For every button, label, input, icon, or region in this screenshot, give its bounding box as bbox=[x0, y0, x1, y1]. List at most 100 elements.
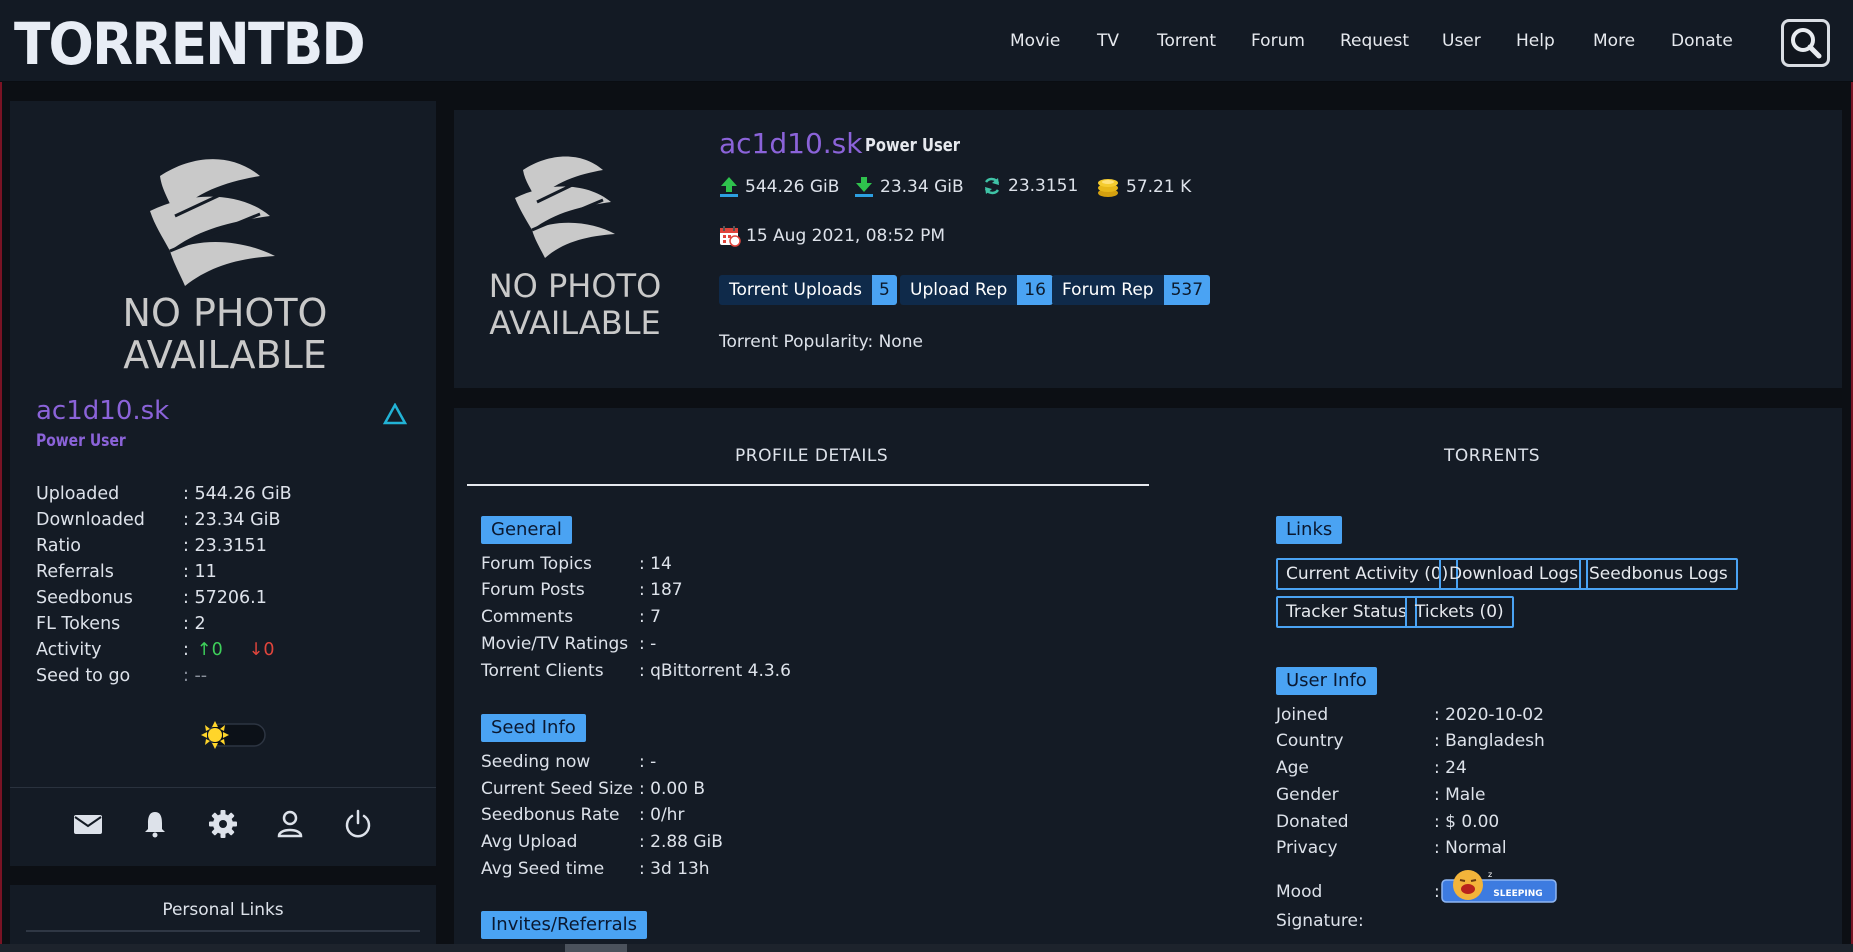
badge-forum-rep[interactable]: Forum Rep 537 bbox=[1052, 275, 1211, 305]
section-general-label: General bbox=[481, 516, 572, 544]
link-tracker-status[interactable]: Tracker Status bbox=[1276, 596, 1417, 628]
triangle-icon[interactable] bbox=[383, 403, 407, 425]
row-key: Current Seed Size bbox=[481, 779, 634, 799]
stat-row: Referrals: 11 bbox=[36, 562, 416, 588]
seed-row: Seeding now: - bbox=[481, 752, 656, 772]
stat-value: : 57206.1 bbox=[183, 588, 267, 608]
site-logo[interactable]: TORRENTBD bbox=[14, 12, 366, 76]
profile-joined-datetime: 15 Aug 2021, 08:52 PM bbox=[719, 225, 945, 247]
stat-row: Uploaded: 544.26 GiB bbox=[36, 484, 416, 510]
no-photo-leaf-icon: NO PHOTO AVAILABLE bbox=[123, 159, 328, 377]
stat-value: : 23.34 GiB bbox=[183, 510, 281, 530]
stat-row-activity: Activity : ↑0 ↓0 bbox=[36, 640, 416, 666]
sidebar-user-class: Power User bbox=[36, 431, 126, 451]
no-photo-text-1: NO PHOTO bbox=[123, 291, 328, 335]
section-links-label: Links bbox=[1276, 516, 1343, 544]
stat-row: Ratio: 23.3151 bbox=[36, 536, 416, 562]
mail-icon[interactable] bbox=[72, 808, 104, 840]
power-icon[interactable] bbox=[342, 808, 374, 840]
badge-value: 16 bbox=[1017, 275, 1053, 305]
link-seedbonus-logs[interactable]: Seedbonus Logs bbox=[1579, 558, 1738, 590]
nav-help[interactable]: Help bbox=[1516, 31, 1555, 51]
horizontal-scrollbar-thumb[interactable] bbox=[565, 944, 627, 952]
activity-up-count[interactable]: ↑0 bbox=[197, 640, 223, 666]
user-icon[interactable] bbox=[274, 808, 306, 840]
badge-value: 537 bbox=[1163, 275, 1211, 305]
ratio-value: 23.3151 bbox=[1008, 176, 1079, 196]
nav-user[interactable]: User bbox=[1442, 31, 1481, 51]
sidebar-divider bbox=[10, 787, 436, 788]
badge-value: 5 bbox=[871, 275, 897, 305]
mood-text: SLEEPING bbox=[1493, 889, 1542, 899]
badge-label: Upload Rep bbox=[900, 275, 1018, 305]
tab-torrents[interactable]: TORRENTS bbox=[1444, 446, 1540, 466]
search-button[interactable] bbox=[1781, 19, 1830, 67]
row-value: : 187 bbox=[639, 580, 683, 600]
stat-value: : 23.3151 bbox=[183, 536, 267, 556]
stat-row: FL Tokens: 2 bbox=[36, 614, 416, 640]
stat-label: Seedbonus bbox=[36, 588, 133, 608]
stat-row: Seedbonus : 57206.1 bbox=[36, 588, 416, 614]
row-key: Seedbonus Rate bbox=[481, 805, 620, 825]
profile-user-class: Power User bbox=[865, 135, 961, 156]
stat-value: : bbox=[183, 640, 189, 660]
link-current-activity[interactable]: Current Activity (0) bbox=[1276, 558, 1459, 590]
theme-toggle[interactable] bbox=[197, 721, 269, 749]
general-row: Comments: 7 bbox=[481, 607, 661, 627]
link-tickets[interactable]: Tickets (0) bbox=[1405, 596, 1514, 628]
signature-label: Signature: bbox=[1276, 911, 1364, 931]
stat-row: Downloaded: 23.34 GiB bbox=[36, 510, 416, 536]
no-photo-text-1: NO PHOTO bbox=[489, 267, 662, 305]
row-key: Mood bbox=[1276, 882, 1323, 902]
personal-links-panel: Personal Links bbox=[10, 885, 436, 952]
nav-movie[interactable]: Movie bbox=[1010, 31, 1060, 51]
sidebar-username[interactable]: ac1d10.sk bbox=[36, 396, 169, 426]
row-key: Seeding now bbox=[481, 752, 591, 772]
stat-value: : -- bbox=[183, 666, 208, 686]
nav-request[interactable]: Request bbox=[1340, 31, 1409, 51]
download-icon bbox=[855, 177, 873, 197]
horizontal-scrollbar[interactable] bbox=[0, 944, 1853, 952]
profile-header-card: NO PHOTO AVAILABLE ac1d10.sk Power User … bbox=[454, 110, 1842, 388]
row-value: : 2020-10-02 bbox=[1434, 705, 1544, 725]
sidebar-user-panel: NO PHOTO AVAILABLE ac1d10.sk Power User … bbox=[10, 101, 436, 866]
search-icon bbox=[1791, 28, 1822, 59]
tab-profile-details[interactable]: PROFILE DETAILS bbox=[735, 446, 888, 466]
row-key: Avg Seed time bbox=[481, 859, 605, 879]
seed-row: Seedbonus Rate: 0/hr bbox=[481, 805, 684, 825]
upload-icon bbox=[720, 177, 738, 197]
bell-icon[interactable] bbox=[139, 808, 171, 840]
user-info-row: Privacy: Normal bbox=[1276, 838, 1507, 858]
user-info-row: Gender : Male bbox=[1276, 785, 1485, 805]
site-logo-text: TORRENTBD bbox=[14, 10, 366, 78]
row-value: : 7 bbox=[639, 607, 661, 627]
sidebar-avatar-placeholder: NO PHOTO AVAILABLE bbox=[100, 136, 350, 377]
row-value: : qBittorrent 4.3.6 bbox=[639, 661, 791, 681]
row-key: Privacy bbox=[1276, 838, 1338, 858]
row-key: Torrent Clients bbox=[481, 661, 604, 681]
nav-more[interactable]: More bbox=[1593, 31, 1635, 51]
personal-links-title[interactable]: Personal Links bbox=[10, 900, 436, 920]
gear-icon[interactable] bbox=[207, 808, 239, 840]
section-seed-info-label: Seed Info bbox=[481, 714, 586, 742]
row-value: : Male bbox=[1434, 785, 1486, 805]
nav-forum[interactable]: Forum bbox=[1251, 31, 1305, 51]
badge-upload-rep[interactable]: Upload Rep 16 bbox=[900, 275, 1053, 305]
nav-donate[interactable]: Donate bbox=[1671, 31, 1733, 51]
link-download-logs[interactable]: Download Logs bbox=[1439, 558, 1589, 590]
nav-tv[interactable]: TV bbox=[1097, 31, 1119, 51]
stat-label: Activity bbox=[36, 640, 102, 660]
badge-label: Forum Rep bbox=[1052, 275, 1164, 305]
row-key: Gender bbox=[1276, 785, 1339, 805]
mood-sleeping-image: SLEEPING z bbox=[1441, 870, 1557, 903]
profile-details-card: PROFILE DETAILS TORRENTS General Forum T… bbox=[454, 408, 1842, 952]
nav-torrent[interactable]: Torrent bbox=[1157, 31, 1216, 51]
row-key: Donated bbox=[1276, 812, 1349, 832]
activity-down-count[interactable]: ↓0 bbox=[249, 640, 275, 666]
stat-value: : 2 bbox=[183, 614, 206, 634]
stat-label: Uploaded bbox=[36, 484, 120, 504]
badge-torrent-uploads[interactable]: Torrent Uploads 5 bbox=[719, 275, 897, 305]
downloaded-value: 23.34 GiB bbox=[880, 177, 964, 197]
general-row: Torrent Clients : qBittorrent 4.3.6 bbox=[481, 661, 791, 681]
row-key: Forum Posts bbox=[481, 580, 585, 600]
